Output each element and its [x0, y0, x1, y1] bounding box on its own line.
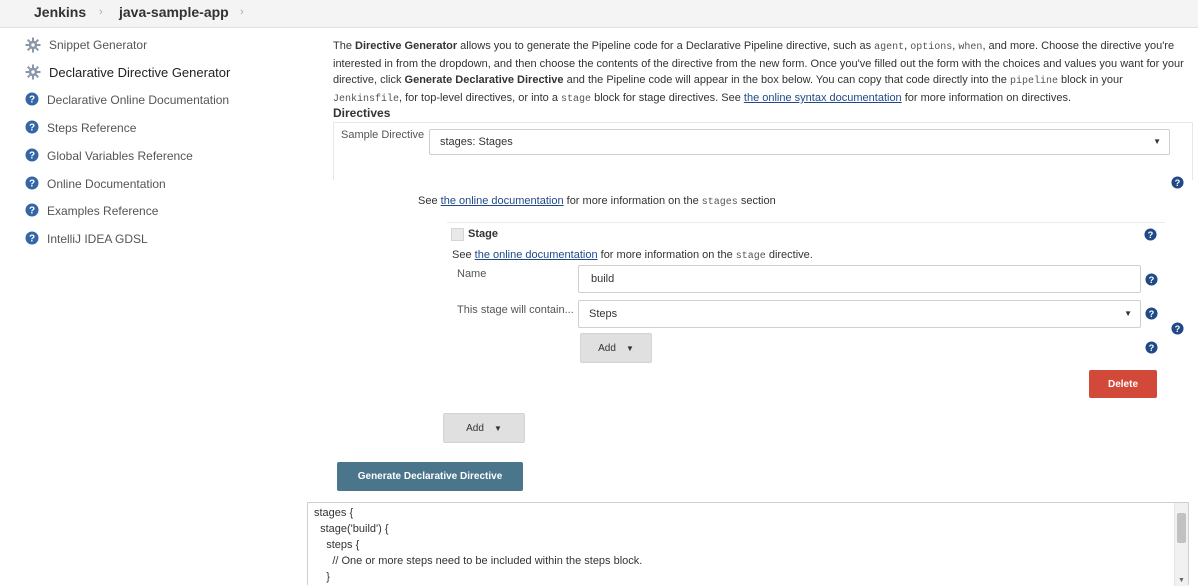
scrollbar[interactable]: ▼	[1174, 503, 1188, 586]
sidebar-item-steps-reference[interactable]: ? Steps Reference	[25, 118, 136, 138]
stage-name-label: Name	[457, 268, 487, 280]
help-icon[interactable]: ?	[1145, 307, 1158, 320]
gear-icon	[25, 64, 41, 80]
help-icon[interactable]: ?	[1144, 228, 1157, 241]
sidebar-item-declarative-online-documentation[interactable]: ? Declarative Online Documentation	[25, 90, 229, 110]
stage-name-input[interactable]: build	[578, 265, 1141, 293]
sidebar-item-declarative-directive-generator[interactable]: Declarative Directive Generator	[25, 62, 230, 82]
chevron-down-icon: ▼	[493, 423, 502, 433]
breadcrumb-java-sample-app[interactable]: java-sample-app	[119, 4, 229, 20]
sidebar-item-label: IntelliJ IDEA GDSL	[47, 232, 148, 246]
stage-add-button[interactable]: Add ▼	[580, 333, 652, 363]
svg-text:?: ?	[1175, 324, 1181, 334]
sidebar-item-examples-reference[interactable]: ? Examples Reference	[25, 201, 158, 221]
scrollbar-thumb[interactable]	[1177, 513, 1186, 543]
svg-text:?: ?	[1149, 343, 1155, 353]
add-stage-button[interactable]: Add ▼	[443, 413, 525, 443]
sidebar-item-label: Declarative Online Documentation	[47, 93, 230, 107]
svg-text:?: ?	[1149, 275, 1155, 285]
stage-documentation-link[interactable]: the online documentation	[475, 249, 598, 261]
help-icon: ?	[25, 120, 39, 137]
svg-text:?: ?	[1149, 309, 1155, 319]
svg-text:?: ?	[1175, 178, 1181, 188]
sample-directive-select[interactable]: stages: Stages ▼	[429, 129, 1170, 155]
breadcrumb-separator: ›	[99, 6, 103, 18]
sidebar-item-label: Online Documentation	[47, 177, 166, 191]
svg-text:?: ?	[29, 205, 35, 216]
sidebar-item-label: Global Variables Reference	[47, 149, 193, 163]
stages-documentation-link[interactable]: the online documentation	[441, 195, 564, 207]
help-icon: ?	[25, 92, 39, 109]
directives-section-title: Directives	[333, 106, 391, 120]
stages-note: See the online documentation for more in…	[418, 195, 776, 208]
gear-icon	[25, 37, 41, 53]
code-line: steps {	[314, 539, 360, 551]
svg-text:?: ?	[29, 94, 35, 105]
stage-contains-select[interactable]: Steps ▼	[578, 300, 1141, 328]
stage-contains-label: This stage will contain...	[457, 304, 574, 316]
help-icon: ?	[25, 231, 39, 248]
svg-text:?: ?	[29, 178, 35, 189]
stage-title: Stage	[468, 228, 498, 240]
code-line: // One or more steps need to be included…	[314, 555, 643, 567]
help-icon: ?	[25, 176, 39, 193]
sidebar-item-label: Snippet Generator	[49, 38, 148, 52]
sidebar-item-label: Steps Reference	[47, 121, 137, 135]
sidebar-item-label: Examples Reference	[47, 204, 159, 218]
help-icon[interactable]: ?	[1171, 176, 1184, 189]
svg-text:?: ?	[1148, 230, 1154, 240]
help-icon: ?	[25, 148, 39, 165]
code-line: stages {	[314, 507, 354, 519]
help-icon[interactable]: ?	[1145, 341, 1158, 354]
delete-button[interactable]: Delete	[1089, 370, 1157, 398]
sample-directive-label: Sample Directive	[341, 129, 425, 141]
sidebar-item-label: Declarative Directive Generator	[49, 64, 231, 80]
help-icon: ?	[25, 203, 39, 220]
chevron-down-icon: ▼	[625, 343, 634, 353]
sidebar-item-online-documentation[interactable]: ? Online Documentation	[25, 174, 166, 194]
breadcrumb-jenkins[interactable]: Jenkins	[34, 4, 86, 20]
breadcrumb-bar: Jenkins › java-sample-app ›	[0, 0, 1198, 28]
sidebar-item-global-variables-reference[interactable]: ? Global Variables Reference	[25, 146, 193, 166]
help-icon[interactable]: ?	[1171, 322, 1184, 335]
breadcrumb-separator: ›	[240, 6, 244, 18]
stage-checkbox[interactable]	[451, 228, 464, 241]
help-icon[interactable]: ?	[1145, 273, 1158, 286]
syntax-documentation-link[interactable]: the online syntax documentation	[744, 92, 902, 104]
svg-text:?: ?	[29, 150, 35, 161]
intro-description: The Directive Generator allows you to ge…	[333, 40, 1184, 105]
code-line: stage('build') {	[314, 523, 389, 535]
chevron-down-icon: ▼	[1153, 137, 1161, 146]
generated-code-output[interactable]: stages { stage('build') { steps { // One…	[307, 502, 1189, 586]
sidebar-item-snippet-generator[interactable]: Snippet Generator	[25, 35, 147, 55]
svg-text:?: ?	[29, 233, 35, 244]
sidebar-item-intellij-idea-gdsl[interactable]: ? IntelliJ IDEA GDSL	[25, 229, 148, 249]
svg-text:?: ?	[29, 122, 35, 133]
generate-declarative-directive-button[interactable]: Generate Declarative Directive	[337, 462, 523, 491]
scroll-down-icon[interactable]: ▼	[1178, 577, 1185, 584]
code-line: }	[314, 571, 330, 583]
stage-note: See the online documentation for more in…	[452, 249, 813, 262]
chevron-down-icon: ▼	[1124, 309, 1132, 318]
